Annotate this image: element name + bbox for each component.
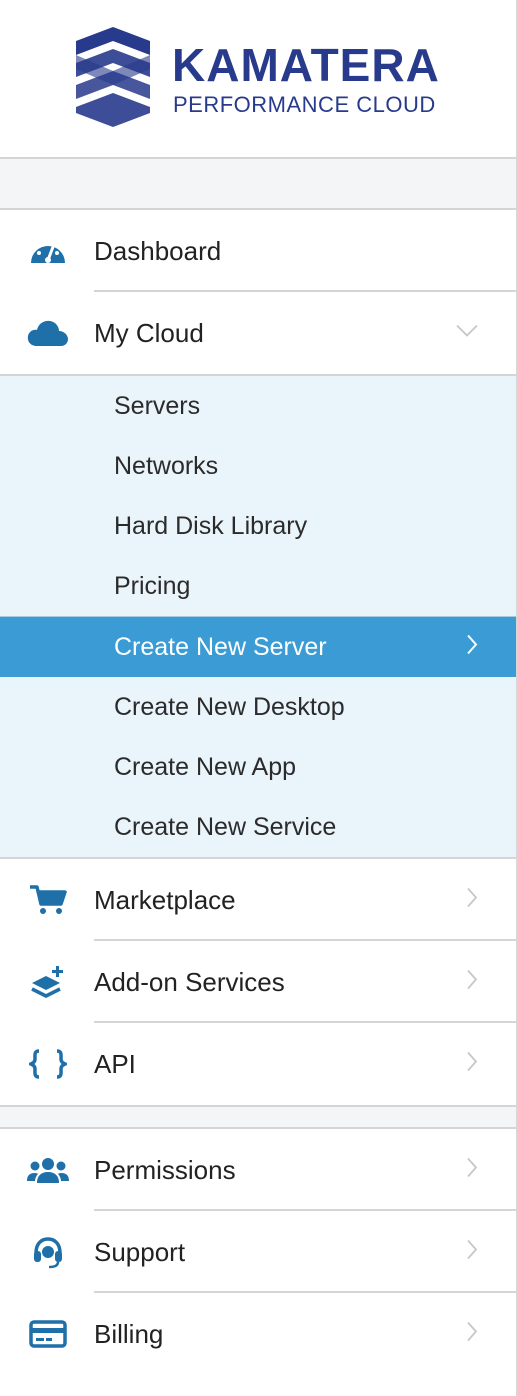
submenu-item-create-new-service[interactable]: Create New Service (0, 797, 516, 857)
brand-tagline: PERFORMANCE CLOUD (173, 92, 436, 117)
menu-label-marketplace: Marketplace (94, 884, 236, 915)
menu-item-api[interactable]: API (0, 1023, 516, 1105)
menu-item-support[interactable]: Support (0, 1211, 516, 1293)
submenu-label: Hard Disk Library (114, 511, 308, 540)
menu-label-support: Support (94, 1236, 186, 1267)
menu-item-marketplace[interactable]: Marketplace (0, 859, 516, 941)
layers-plus-icon (26, 964, 70, 1000)
menu-item-permissions[interactable]: Permissions (0, 1129, 516, 1211)
menu-label-billing: Billing (94, 1318, 164, 1349)
submenu-label: Networks (114, 451, 219, 480)
menu-label-permissions: Permissions (94, 1154, 236, 1185)
headset-icon (26, 1234, 70, 1270)
menu-label-my-cloud: My Cloud (94, 317, 204, 348)
submenu-label: Create New Server (114, 632, 327, 661)
submenu-item-hard-disk-library[interactable]: Hard Disk Library (0, 496, 516, 556)
cloud-icon (26, 315, 70, 351)
submenu-item-networks[interactable]: Networks (0, 436, 516, 496)
menu-item-billing[interactable]: Billing (0, 1293, 516, 1375)
submenu-label: Servers (114, 391, 201, 420)
menu-label-addon-services: Add-on Services (94, 966, 285, 997)
chevron-right-icon (466, 969, 478, 996)
chevron-right-icon (466, 1051, 478, 1078)
section-spacer (0, 1105, 516, 1129)
submenu-label: Create New Service (114, 812, 337, 841)
chevron-right-icon (466, 1157, 478, 1184)
chevron-right-icon (466, 1321, 478, 1348)
curly-braces-icon (26, 1046, 70, 1082)
submenu-label: Create New Desktop (114, 692, 345, 721)
submenu-item-create-new-desktop[interactable]: Create New Desktop (0, 677, 516, 737)
sidebar-nav: KAMATERA PERFORMANCE CLOUD Dashboard My … (0, 0, 518, 1396)
section-spacer (0, 159, 516, 210)
menu-label-api: API (94, 1048, 136, 1079)
brand-name: KAMATERA (172, 39, 440, 91)
submenu-label: Create New App (114, 752, 297, 781)
menu-label-dashboard: Dashboard (94, 235, 222, 266)
my-cloud-submenu: Servers Networks Hard Disk Library Prici… (0, 374, 516, 859)
submenu-item-pricing[interactable]: Pricing (0, 556, 516, 616)
users-group-icon (26, 1152, 70, 1188)
chevron-right-icon (466, 1239, 478, 1266)
submenu-item-create-new-server[interactable]: Create New Server (0, 616, 516, 677)
shopping-cart-icon (26, 882, 70, 918)
dashboard-gauge-icon (26, 233, 70, 269)
submenu-item-create-new-app[interactable]: Create New App (0, 737, 516, 797)
chevron-right-icon (466, 634, 478, 661)
menu-item-addon-services[interactable]: Add-on Services (0, 941, 516, 1023)
menu-item-dashboard[interactable]: Dashboard (0, 210, 516, 292)
logo-area[interactable]: KAMATERA PERFORMANCE CLOUD (0, 0, 516, 159)
submenu-item-servers[interactable]: Servers (0, 376, 516, 436)
chevron-down-icon[interactable] (456, 324, 478, 343)
credit-card-icon (26, 1316, 70, 1352)
kamatera-logo-icon (76, 27, 150, 127)
menu-item-my-cloud[interactable]: My Cloud (0, 292, 516, 374)
chevron-right-icon (466, 887, 478, 914)
submenu-label: Pricing (114, 571, 191, 600)
